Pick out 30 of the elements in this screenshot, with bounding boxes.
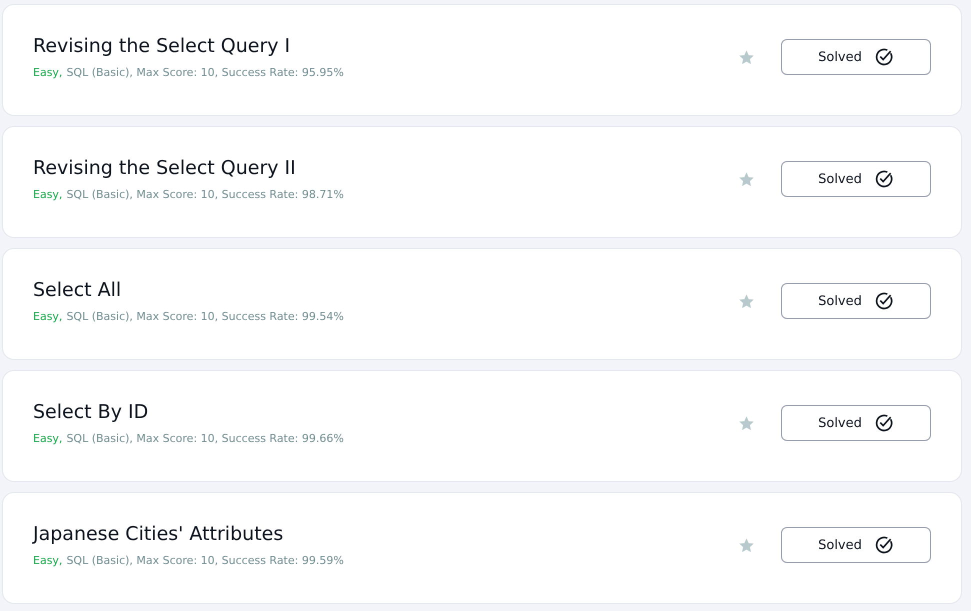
challenge-details: SQL (Basic), Max Score: 10, Success Rate: 99.66% — [66, 432, 344, 445]
challenge-title[interactable]: Select By ID — [33, 401, 738, 423]
star-icon[interactable] — [738, 170, 755, 188]
challenge-title[interactable]: Japanese Cities' Attributes — [33, 523, 738, 545]
challenge-title[interactable]: Select All — [33, 279, 738, 301]
check-circle-icon — [874, 47, 894, 67]
challenge-details: SQL (Basic), Max Score: 10, Success Rate: 98.71% — [66, 188, 344, 201]
star-icon[interactable] — [738, 414, 755, 432]
difficulty-label: Easy, — [33, 554, 62, 567]
difficulty-label: Easy, — [33, 432, 62, 445]
challenge-details: SQL (Basic), Max Score: 10, Success Rate: 95.95% — [66, 66, 344, 79]
solved-button[interactable]: Solved — [781, 161, 931, 197]
star-icon[interactable] — [738, 536, 755, 554]
check-circle-icon — [874, 535, 894, 555]
challenge-title[interactable]: Revising the Select Query II — [33, 157, 738, 179]
difficulty-label: Easy, — [33, 310, 62, 323]
solved-button[interactable]: Solved — [781, 283, 931, 319]
solved-button[interactable]: Solved — [781, 527, 931, 563]
star-icon[interactable] — [738, 292, 755, 310]
challenge-details: SQL (Basic), Max Score: 10, Success Rate: 99.59% — [66, 554, 344, 567]
star-icon[interactable] — [738, 48, 755, 66]
check-circle-icon — [874, 169, 894, 189]
difficulty-label: Easy, — [33, 66, 62, 79]
check-circle-icon — [874, 413, 894, 433]
solved-button[interactable]: Solved — [781, 39, 931, 75]
difficulty-label: Easy, — [33, 188, 62, 201]
challenge-title[interactable]: Revising the Select Query I — [33, 35, 738, 57]
challenge-details: SQL (Basic), Max Score: 10, Success Rate: 99.54% — [66, 310, 344, 323]
check-circle-icon — [874, 291, 894, 311]
solved-button[interactable]: Solved — [781, 405, 931, 441]
